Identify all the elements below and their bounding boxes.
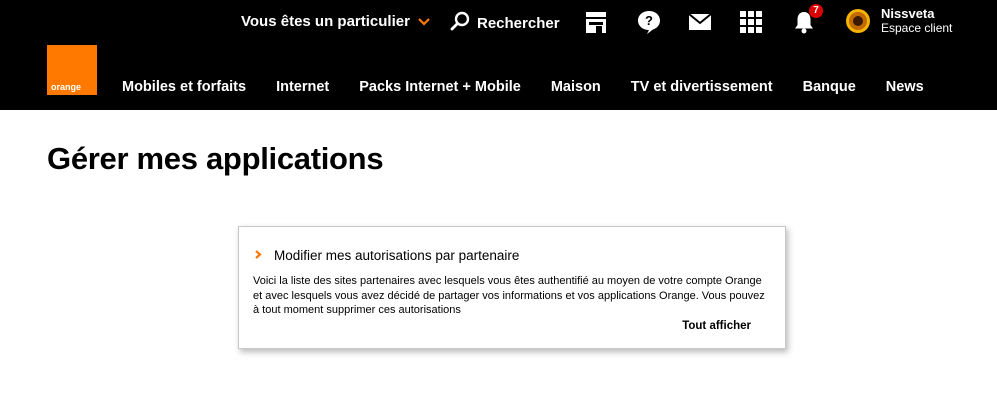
nav-item-news[interactable]: News	[886, 79, 924, 95]
store-icon[interactable]	[584, 9, 610, 35]
logo-text: orange	[51, 82, 82, 92]
show-all-link[interactable]: Tout afficher	[682, 320, 751, 332]
partner-authorizations-card: Modifier mes autorisations par partenair…	[238, 226, 786, 349]
main-navigation: Mobiles et forfaits Internet Packs Inter…	[122, 79, 924, 95]
nav-item-internet[interactable]: Internet	[276, 79, 329, 95]
nav-item-mobiles-forfaits[interactable]: Mobiles et forfaits	[122, 79, 246, 95]
chevron-down-icon	[418, 13, 430, 30]
help-icon[interactable]: ?	[636, 9, 662, 35]
site-header: orange Vous êtes un particulier Recherch…	[0, 0, 997, 110]
svg-text:?: ?	[645, 13, 653, 28]
search-label: Rechercher	[477, 14, 560, 32]
user-avatar-icon	[845, 8, 871, 34]
apps-grid-icon[interactable]	[740, 9, 766, 35]
mail-icon[interactable]	[688, 9, 714, 35]
card-title: Modifier mes autorisations par partenair…	[274, 247, 520, 263]
card-description: Voici la liste des sites partenaires ave…	[253, 275, 765, 316]
nav-item-packs[interactable]: Packs Internet + Mobile	[359, 79, 521, 95]
notification-count-badge: 7	[809, 4, 823, 18]
search-icon	[450, 11, 470, 35]
user-name: Nissveta	[881, 6, 935, 21]
nav-item-maison[interactable]: Maison	[551, 79, 601, 95]
search-button[interactable]: Rechercher	[450, 11, 560, 35]
nav-item-banque[interactable]: Banque	[803, 79, 856, 95]
user-space-label: Espace client	[881, 21, 953, 35]
orange-logo[interactable]: orange	[47, 45, 97, 95]
page-title: Gérer mes applications	[47, 141, 384, 176]
segment-label: Vous êtes un particulier	[241, 13, 410, 30]
customer-segment-selector[interactable]: Vous êtes un particulier	[241, 13, 430, 30]
user-account-menu[interactable]: Nissveta Espace client	[845, 6, 952, 35]
arrow-right-icon	[255, 246, 264, 264]
nav-item-tv[interactable]: TV et divertissement	[631, 79, 773, 95]
